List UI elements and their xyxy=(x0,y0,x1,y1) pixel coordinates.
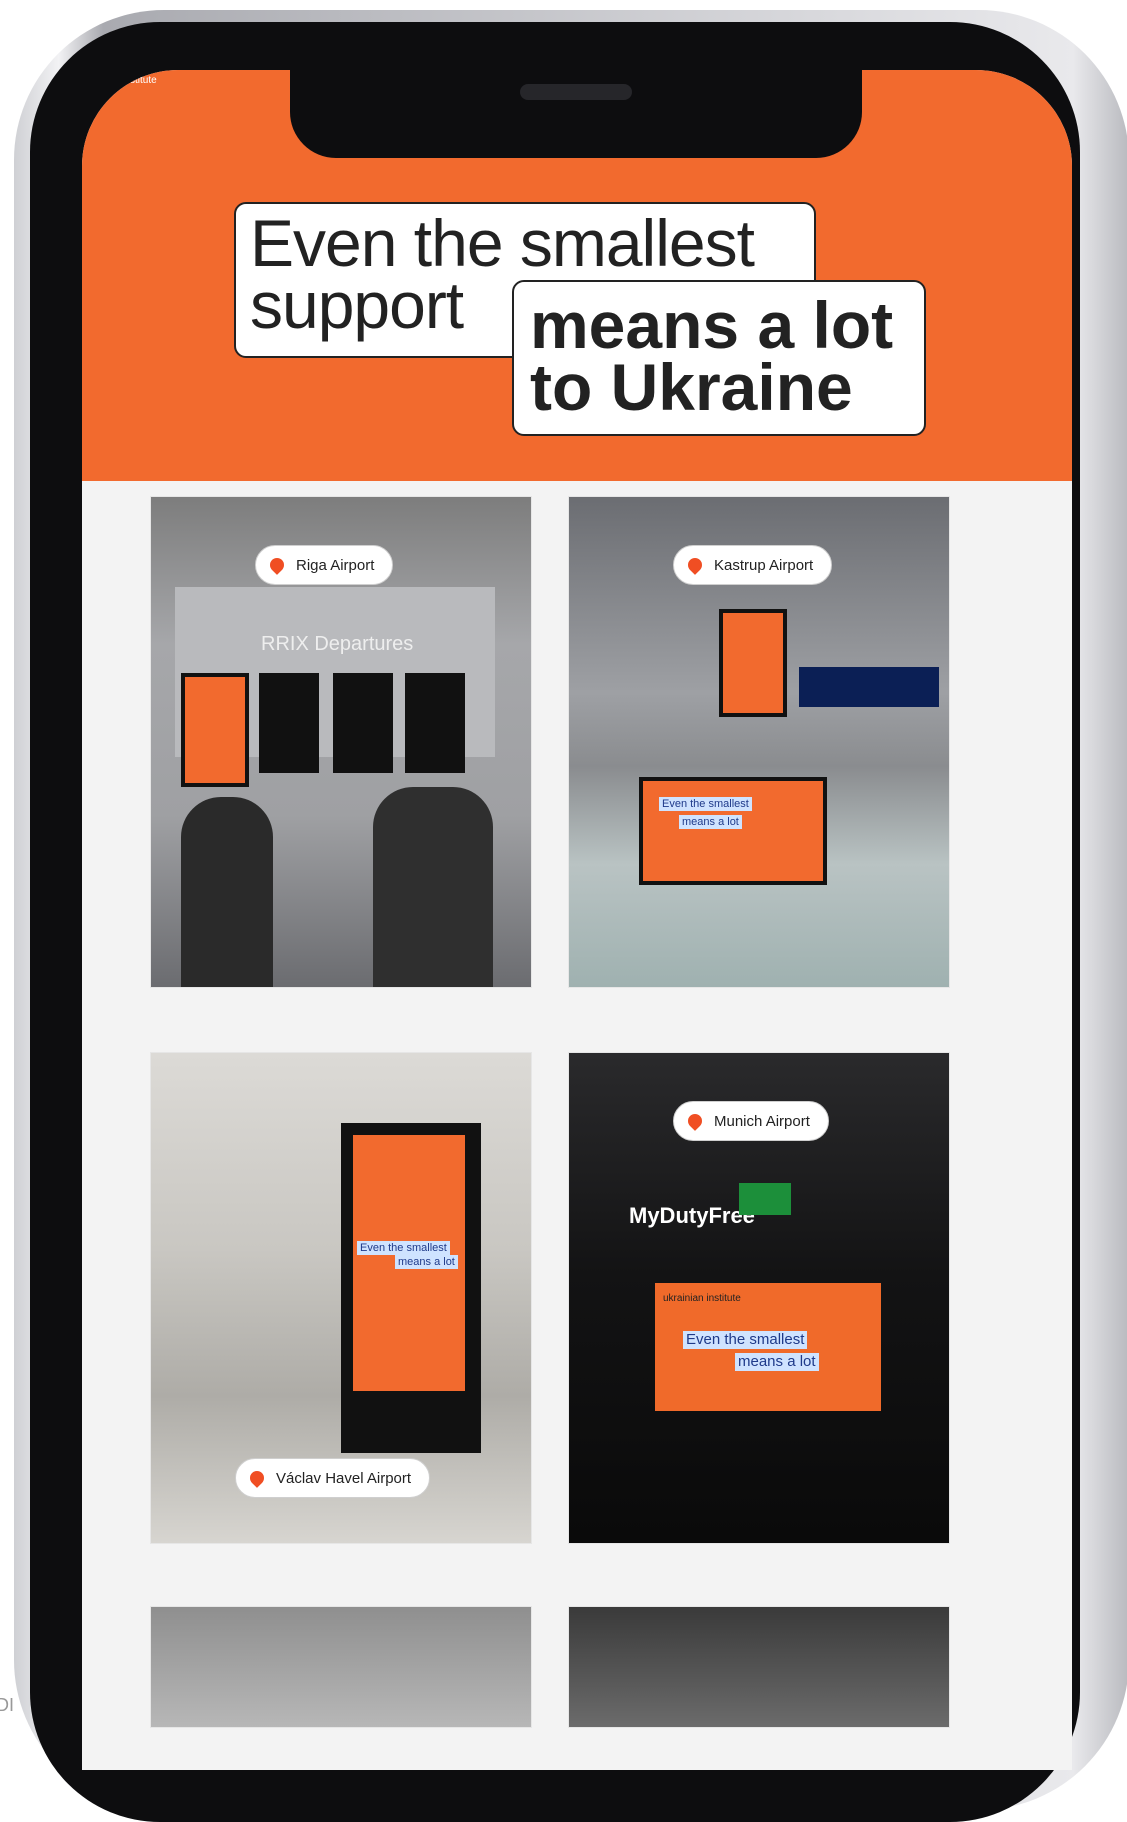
map-pin-icon xyxy=(267,555,287,575)
location-card-vaclav-havel[interactable]: Even the smallest means a lot Václav Hav… xyxy=(150,1052,532,1544)
sign-text: Even the smallest xyxy=(659,797,752,811)
location-label: Munich Airport xyxy=(714,1112,810,1130)
location-card-partial[interactable] xyxy=(150,1606,532,1728)
sign-text: means a lot xyxy=(395,1255,458,1269)
location-card-riga[interactable]: RRIX Departures Riga Airport xyxy=(150,496,532,988)
location-badge: Riga Airport xyxy=(255,545,394,585)
location-label: Kastrup Airport xyxy=(714,556,814,574)
speaker-grill xyxy=(520,84,632,100)
flight-screen-1 xyxy=(259,673,319,773)
location-badge: Munich Airport xyxy=(673,1101,829,1141)
location-card-kastrup[interactable]: Even the smallest means a lot Kastrup Ai… xyxy=(568,496,950,988)
phone-notch xyxy=(290,70,862,158)
clipped-text: stitute xyxy=(130,75,157,86)
sign-text: Even the smallest xyxy=(683,1331,808,1349)
terminal-sign xyxy=(799,667,939,707)
orange-sign-cube xyxy=(639,777,827,885)
flight-screen-2 xyxy=(333,673,393,773)
exit-sign xyxy=(739,1183,791,1215)
map-pin-icon xyxy=(247,1468,267,1488)
location-card-partial[interactable] xyxy=(568,1606,950,1728)
map-pin-icon xyxy=(685,555,705,575)
flight-screen-3 xyxy=(405,673,465,773)
partial-photo xyxy=(569,1607,949,1727)
location-card-munich[interactable]: MyDutyFree ukrainian institute Even the … xyxy=(568,1052,950,1544)
edge-text: DI xyxy=(0,1695,14,1715)
location-label: Václav Havel Airport xyxy=(276,1469,412,1487)
map-pin-icon xyxy=(685,1111,705,1131)
orange-sign xyxy=(181,673,249,787)
partial-photo xyxy=(151,1607,531,1727)
institute-logo: ukrainian institute xyxy=(663,1293,741,1304)
sign-text: Even the smallest xyxy=(357,1241,450,1255)
travelers xyxy=(151,1263,331,1383)
board-title: RRIX Departures xyxy=(261,633,414,655)
traveler xyxy=(181,797,273,987)
phone-screen[interactable]: stitute Even the smallest support means … xyxy=(82,70,1072,1770)
sign-text: means a lot xyxy=(735,1353,819,1371)
location-label: Riga Airport xyxy=(296,556,375,574)
sign-text: means a lot xyxy=(679,815,742,829)
orange-sign xyxy=(719,609,787,717)
location-badge: Václav Havel Airport xyxy=(235,1458,431,1498)
location-badge: Kastrup Airport xyxy=(673,545,833,585)
headline-line-2: means a lot to Ukraine xyxy=(530,288,894,424)
dutyfree-sign: MyDutyFree xyxy=(629,1203,755,1228)
traveler xyxy=(373,787,493,987)
